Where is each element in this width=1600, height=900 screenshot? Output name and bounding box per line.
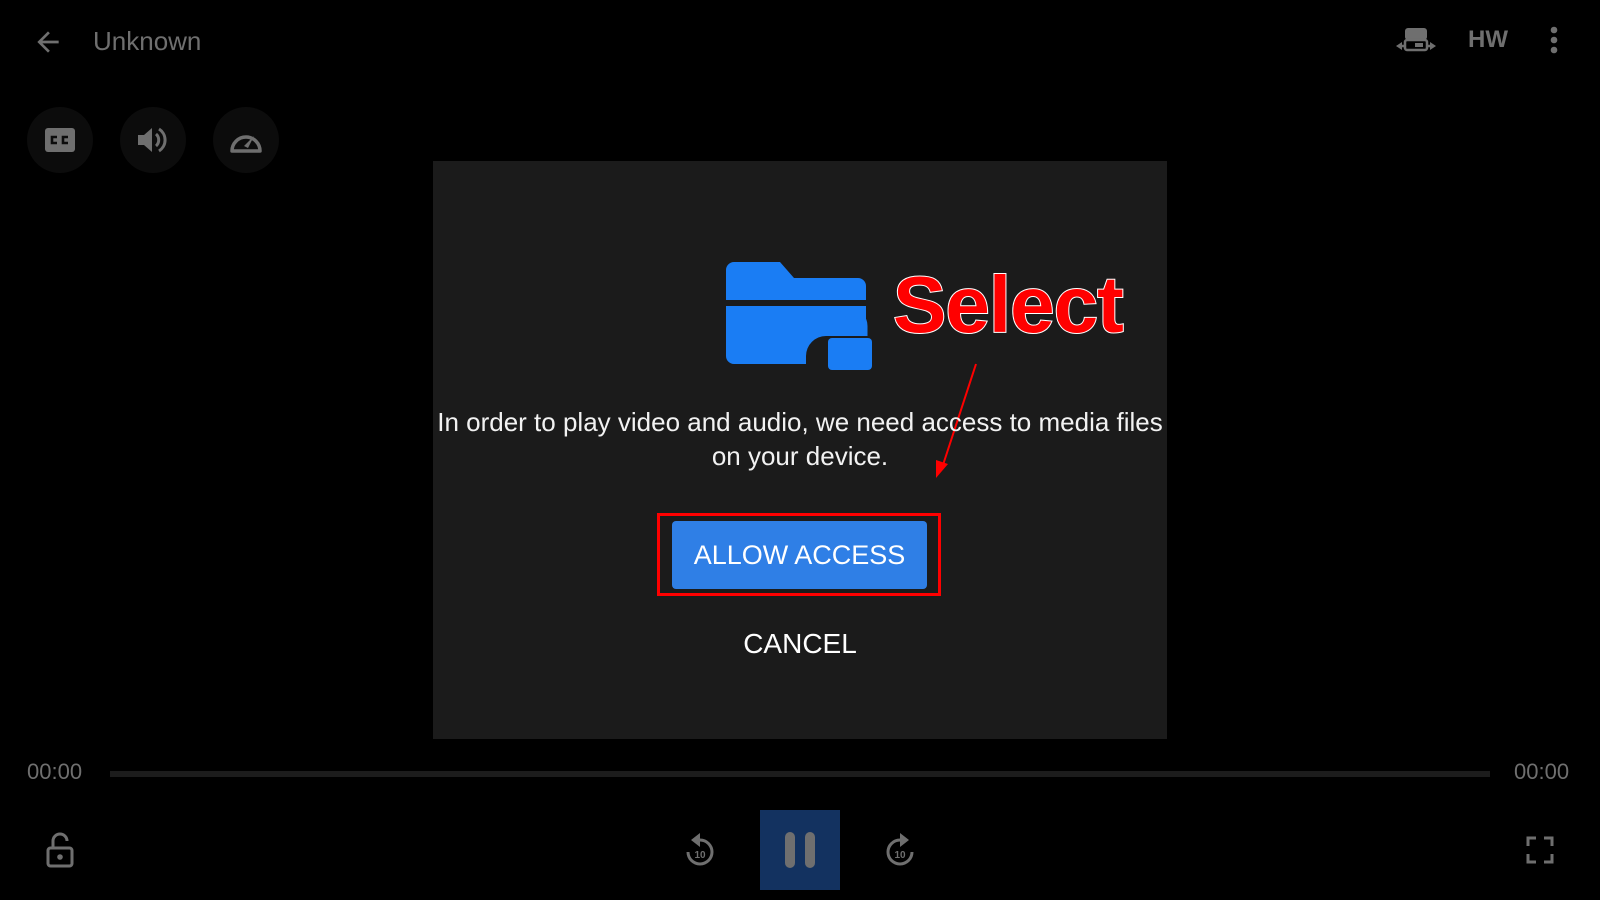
more-vert-icon [1550,26,1558,54]
lock-button[interactable] [40,830,80,870]
replay-10-icon: 10 [686,833,714,866]
forward-10-icon: 10 [886,833,914,866]
seek-bar[interactable] [110,771,1490,777]
arrow-left-icon [37,31,59,53]
forward-10-button[interactable]: 10 [880,830,920,870]
closed-captions-icon [45,128,75,152]
fullscreen-icon [1526,836,1554,864]
folder-lock-icon [726,262,876,379]
screen-rotation-button[interactable] [1392,18,1440,62]
annotation-select-label: Select [892,259,1125,350]
fullscreen-button[interactable] [1520,830,1560,870]
more-options-button[interactable] [1534,18,1574,62]
volume-icon [138,127,167,153]
screen-rotation-icon [1396,28,1436,52]
back-button[interactable] [28,22,68,62]
audio-button[interactable] [120,107,186,173]
permission-message: In order to play video and audio, we nee… [437,407,1163,471]
lock-open-icon [46,832,74,868]
cancel-button[interactable]: CANCEL [700,622,900,666]
subtitles-button[interactable] [27,107,93,173]
rewind-10-button[interactable]: 10 [680,830,720,870]
speedometer-icon [230,135,262,153]
total-time: 00:00 [1514,759,1570,784]
svg-text:10: 10 [694,850,706,861]
hardware-decoder-toggle[interactable]: HW [1462,18,1514,62]
pause-button[interactable] [760,810,840,890]
svg-text:10: 10 [894,850,906,861]
current-time: 00:00 [27,759,83,784]
playback-speed-button[interactable] [213,107,279,173]
video-title: Unknown [93,26,202,56]
pause-icon [785,832,815,868]
allow-access-button[interactable]: ALLOW ACCESS [672,521,927,589]
